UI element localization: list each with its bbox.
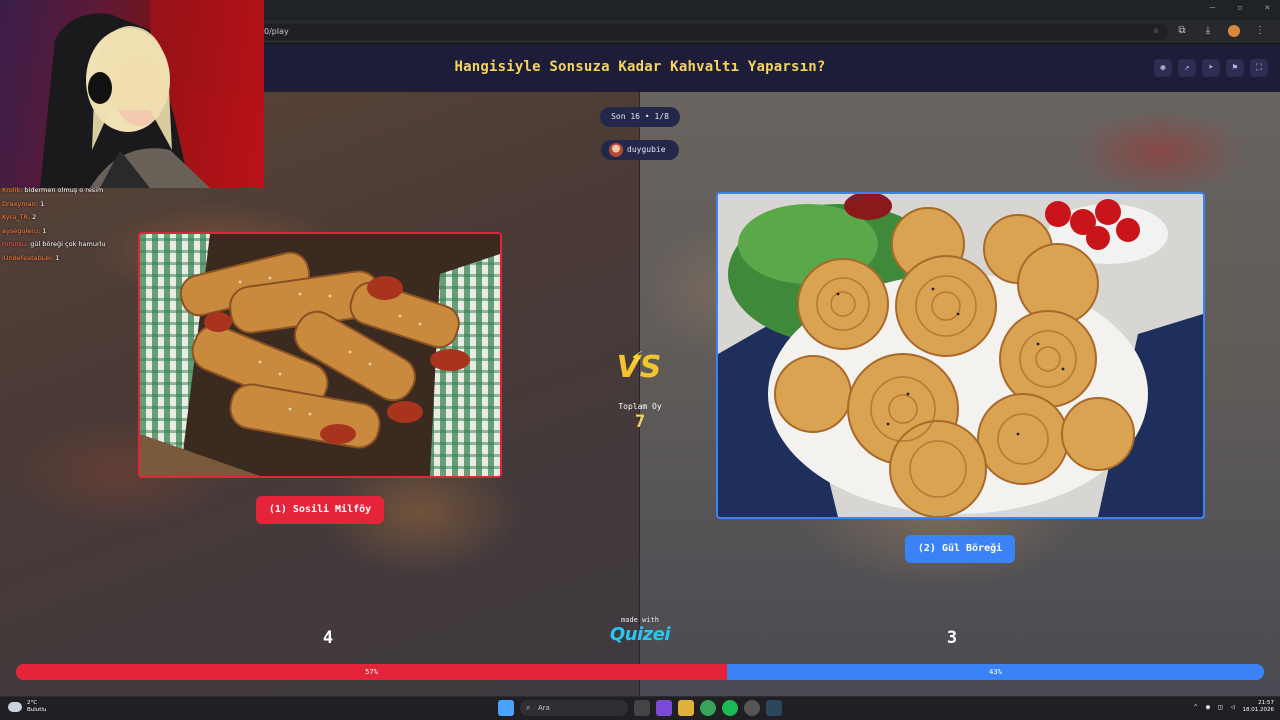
obs-icon[interactable] (744, 700, 760, 716)
profile-avatar[interactable] (1228, 25, 1240, 37)
weather-info: 2°C Bulutlu (27, 700, 46, 714)
chat-username: mrsnsu: (2, 240, 29, 248)
system-tray: ⌃ ● ◫ ◁ 21:57 18.01.2026 (1194, 700, 1274, 714)
steam-icon[interactable] (766, 700, 782, 716)
rose-borek-photo (718, 194, 1203, 517)
chat-text: 1 (42, 226, 47, 235)
option-1-votes: 4 (322, 628, 334, 648)
fullscreen-icon[interactable]: ⛶ (1250, 59, 1268, 77)
chat-username: Krolik: (2, 186, 23, 194)
chrome-icon[interactable] (700, 700, 716, 716)
cloud-icon (8, 702, 22, 712)
menu-icon[interactable]: ⋮ (1254, 25, 1266, 37)
chat-username: Draxyman: (2, 199, 38, 208)
vote-progress-bar: 57% 43% (16, 664, 1264, 680)
lightning-icon: ⚡ (630, 346, 644, 371)
url-text: 0/play (264, 27, 289, 36)
address-bar[interactable]: 0/play (258, 24, 1168, 40)
stream-chat: Krolik: bidermen olmuş o resim Draxyman: … (2, 184, 202, 265)
chat-text: 1 (40, 199, 45, 208)
option-1-image[interactable] (138, 232, 502, 478)
chat-message: iUndefeatabLei: 1 (2, 252, 202, 266)
weather-temp: 2°C (27, 700, 38, 706)
chat-text: 2 (32, 213, 37, 221)
maximize-button[interactable]: ▫ (1237, 3, 1242, 13)
option-2-button[interactable]: (2) Gül Böreği (905, 535, 1015, 563)
browser-toolbar-icons: ☆ ⧉ ⤓ ⋮ (1150, 25, 1266, 37)
total-votes-count: 7 (634, 412, 646, 432)
webcam-overlay (0, 0, 264, 188)
weather-widget[interactable]: 2°C Bulutlu (8, 700, 46, 714)
chat-text: 1 (55, 253, 60, 262)
screen: – ▫ ✕ 0/play ☆ ⧉ ⤓ ⋮ Hangisiyle Sonsuza … (0, 0, 1280, 720)
network-icon[interactable]: ◫ (1218, 703, 1222, 711)
send-icon[interactable]: ➤ (1202, 59, 1220, 77)
volume-icon[interactable]: ◁ (1230, 703, 1234, 711)
taskbar-apps: ⌕ Ara (498, 700, 782, 716)
file-explorer-icon[interactable] (678, 700, 694, 716)
brand-logo: Quizei (609, 624, 671, 645)
start-icon[interactable] (498, 700, 514, 716)
taskbar-search[interactable]: ⌕ Ara (520, 700, 628, 716)
made-with-label: made with (621, 616, 659, 624)
option-2-votes: 3 (946, 628, 958, 648)
streamer-webcam-feed (40, 0, 264, 188)
extensions-icon[interactable]: ⧉ (1176, 25, 1188, 37)
clock-date: 18.01.2026 (1242, 707, 1275, 713)
center-divider (639, 92, 640, 696)
option-2-image[interactable] (716, 192, 1205, 519)
chat-message: Draxyman: 1 (2, 198, 202, 212)
chevron-up-icon[interactable]: ⌃ (1194, 703, 1198, 711)
eye-icon[interactable]: ◉ (1154, 59, 1172, 77)
minimize-button[interactable]: – (1210, 3, 1215, 13)
mic-icon[interactable]: ● (1206, 703, 1210, 711)
user-badge: duygubie (601, 140, 679, 160)
taskbar: 2°C Bulutlu ⌕ Ara ⌃ ● ◫ ◁ 21:57 18.01.20… (0, 696, 1280, 720)
task-view-icon[interactable] (634, 700, 650, 716)
chat-message: Kyra_TR: 2 (2, 211, 202, 225)
chat-username: ayseguleru: (2, 226, 41, 235)
option-2-progress: 43% (727, 664, 1264, 680)
option-1-progress: 57% (16, 664, 727, 680)
chat-message: ayseguleru: 1 (2, 225, 202, 239)
download-icon[interactable]: ⤓ (1202, 25, 1214, 37)
clock-time: 21:57 (1258, 700, 1274, 706)
search-icon: ⌕ (526, 703, 531, 712)
sausage-pastry-photo (140, 234, 500, 476)
round-indicator: Son 16 • 1/8 (600, 107, 680, 127)
bookmark-star-icon[interactable]: ☆ (1150, 25, 1162, 37)
share-icon[interactable]: ↗ (1178, 59, 1196, 77)
avatar (609, 143, 623, 157)
spotify-icon[interactable] (722, 700, 738, 716)
option-1-percent: 57% (365, 668, 378, 676)
chat-text: gül böreği çok hamurlu (30, 240, 106, 248)
chat-text: bidermen olmuş o resim (24, 186, 104, 194)
clock[interactable]: 21:57 18.01.2026 (1243, 700, 1275, 714)
chat-message: Krolik: bidermen olmuş o resim (2, 184, 202, 198)
photos-app-icon[interactable] (656, 700, 672, 716)
chat-username: iUndefeatabLei: (2, 253, 54, 262)
option-1-button[interactable]: (1) Sosili Milföy (256, 496, 384, 524)
window-controls: – ▫ ✕ (1210, 3, 1270, 13)
search-placeholder: Ara (538, 704, 550, 712)
header-actions: ◉ ↗ ➤ ⚑ ⛶ (1154, 59, 1268, 77)
option-2-percent: 43% (989, 668, 1002, 676)
close-button[interactable]: ✕ (1265, 3, 1270, 13)
flag-icon[interactable]: ⚑ (1226, 59, 1244, 77)
weather-desc: Bulutlu (27, 707, 47, 713)
chat-username: Kyra_TR: (2, 213, 31, 221)
username: duygubie (627, 145, 666, 154)
total-votes-label: Toplam Oy (618, 402, 662, 411)
chat-message: mrsnsu: gül böreği çok hamurlu (2, 238, 202, 252)
